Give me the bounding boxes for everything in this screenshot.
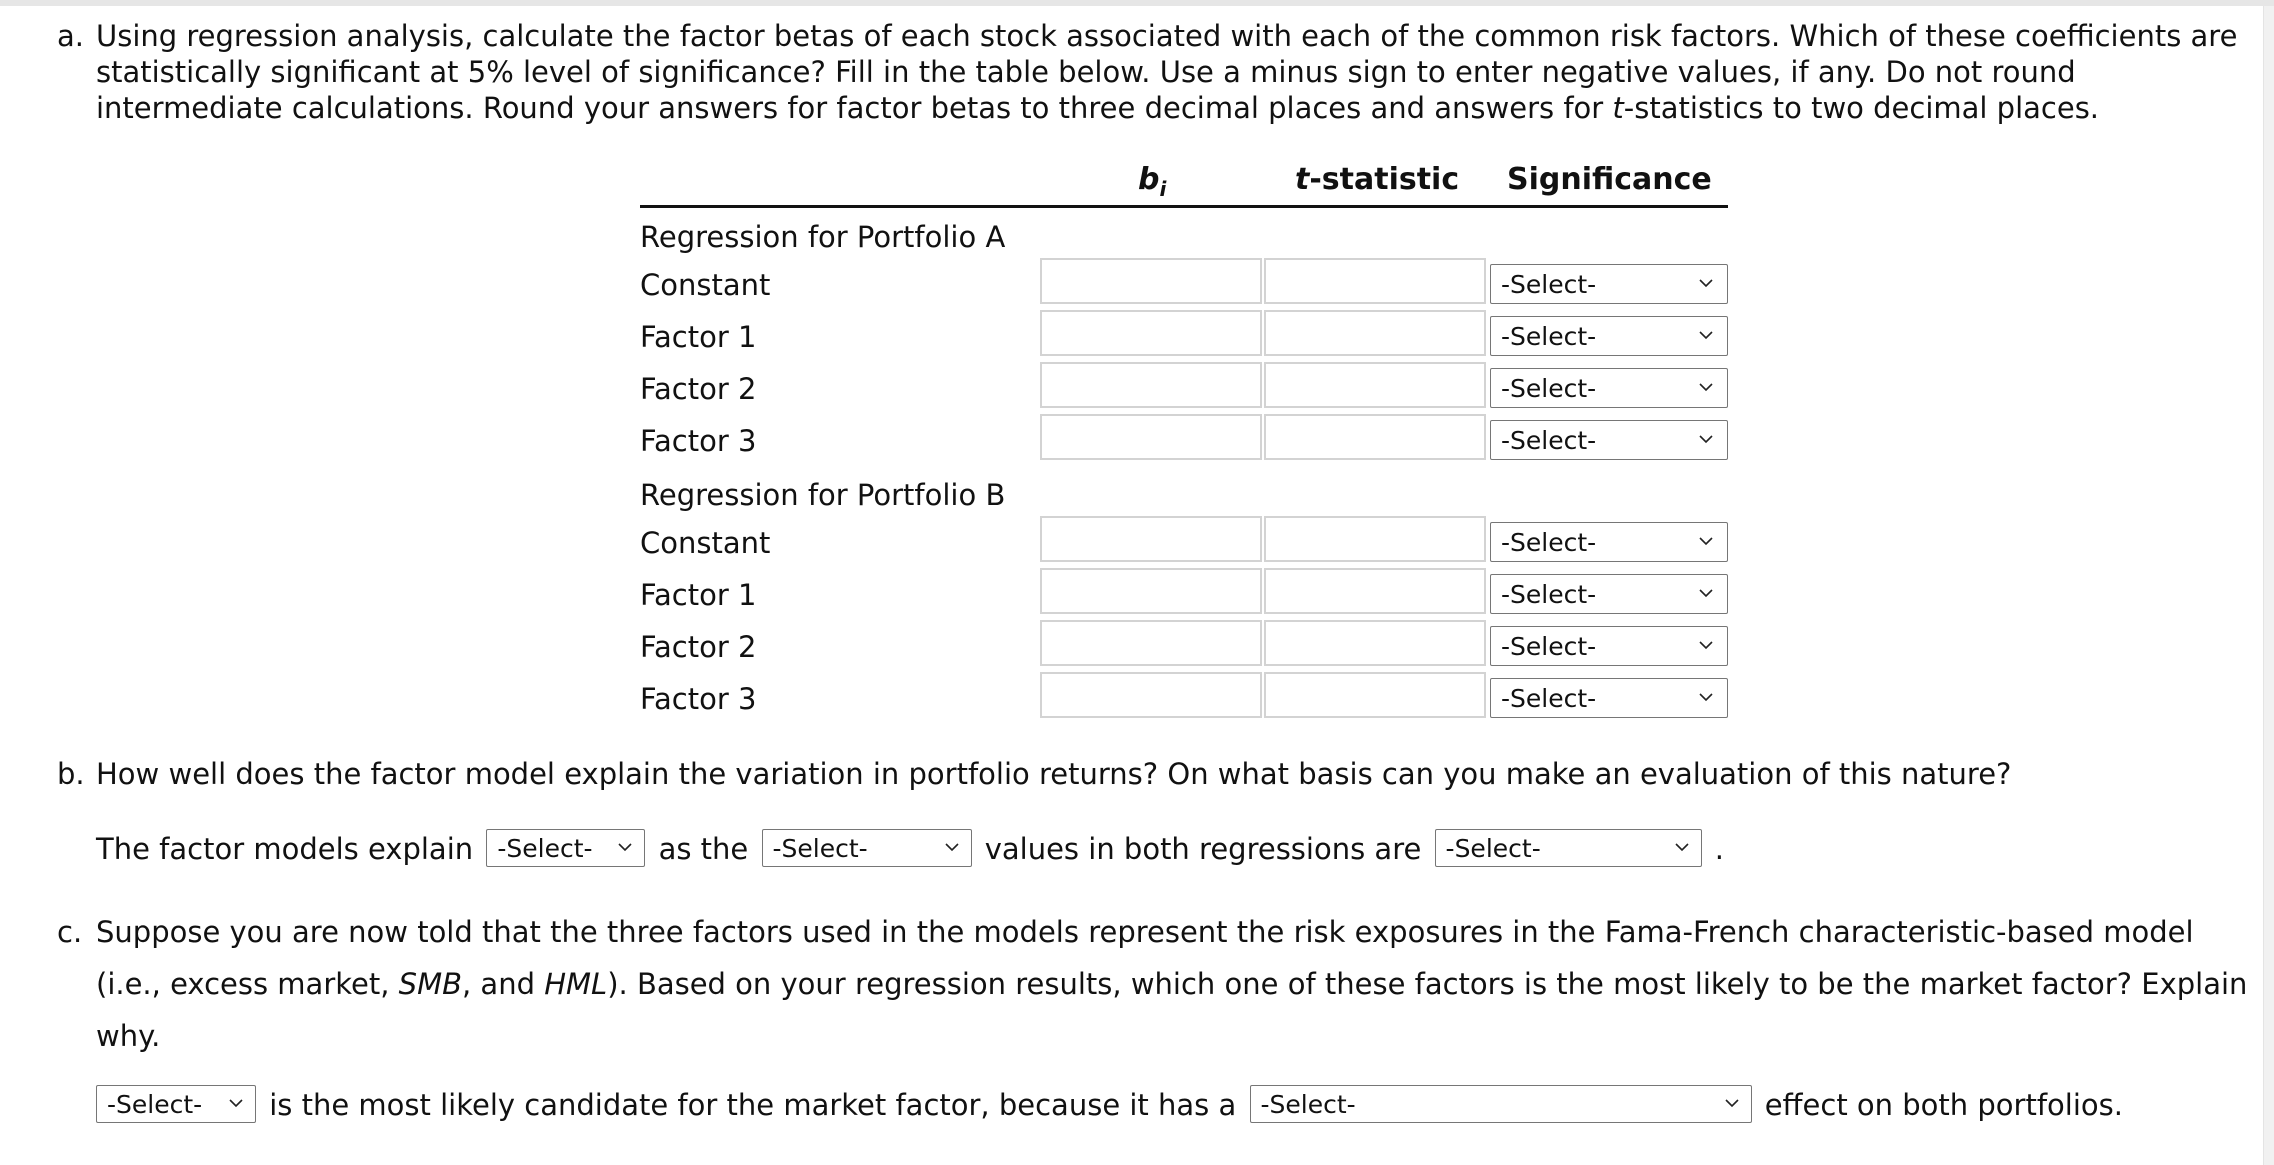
- chevron-down-icon: [1723, 1094, 1741, 1112]
- significance-select[interactable]: -Select-: [1490, 626, 1728, 666]
- chevron-down-icon: [1697, 688, 1715, 706]
- significance-select[interactable]: -Select-: [1490, 316, 1728, 356]
- t-statistic-input[interactable]: [1264, 620, 1486, 666]
- chevron-down-icon: [1697, 584, 1715, 602]
- table-row: Constant -Select-: [640, 516, 1728, 568]
- row-label: Factor 3: [640, 424, 757, 458]
- chevron-down-icon: [1697, 326, 1715, 344]
- table-row: Factor 2 -Select-: [640, 620, 1728, 672]
- question-part-a: a. Using regression analysis, calculate …: [57, 18, 2257, 126]
- table-header: bi t-statistic Significance: [640, 150, 1728, 208]
- group-row: Regression for Portfolio A: [640, 208, 1728, 258]
- chevron-down-icon: [1697, 532, 1715, 550]
- header-t-statistic: t-statistic: [1295, 162, 1460, 197]
- t-statistic-input[interactable]: [1264, 310, 1486, 356]
- part-b-question: How well does the factor model explain t…: [96, 757, 2012, 791]
- chevron-down-icon: [227, 1094, 245, 1112]
- significance-select[interactable]: -Select-: [1490, 420, 1728, 460]
- row-label: Factor 2: [640, 630, 757, 664]
- significance-select[interactable]: -Select-: [1490, 368, 1728, 408]
- part-a-label: a.: [57, 19, 84, 53]
- row-label: Factor 2: [640, 372, 757, 406]
- chevron-down-icon: [943, 838, 961, 856]
- chevron-down-icon: [616, 838, 634, 856]
- t-statistic-input[interactable]: [1264, 672, 1486, 718]
- significance-select[interactable]: -Select-: [1490, 574, 1728, 614]
- factor-beta-input[interactable]: [1040, 620, 1262, 666]
- table-row: Factor 1 -Select-: [640, 310, 1728, 362]
- group-label: Regression for Portfolio A: [640, 220, 1006, 254]
- question-part-c: c. Suppose you are now told that the thr…: [57, 906, 2257, 1062]
- significance-select[interactable]: -Select-: [1490, 264, 1728, 304]
- t-statistic-input[interactable]: [1264, 258, 1486, 304]
- part-b-text-1: The factor models explain: [96, 832, 474, 866]
- table-row: Factor 2 -Select-: [640, 362, 1728, 414]
- table-row: Factor 3 -Select-: [640, 672, 1728, 724]
- question-part-b: b. How well does the factor model explai…: [57, 756, 2257, 792]
- chevron-down-icon: [1697, 274, 1715, 292]
- top-border: [0, 0, 2274, 6]
- part-b-text-2: as the: [658, 832, 749, 866]
- part-a-instructions: Using regression analysis, calculate the…: [96, 18, 2257, 126]
- explain-amount-select[interactable]: -Select-: [486, 829, 646, 867]
- factor-beta-input[interactable]: [1040, 516, 1262, 562]
- header-significance: Significance: [1507, 162, 1712, 197]
- header-bi: bi: [1138, 162, 1167, 201]
- row-label: Factor 1: [640, 578, 757, 612]
- factor-beta-input[interactable]: [1040, 414, 1262, 460]
- part-c-question: Suppose you are now told that the three …: [96, 915, 2248, 1053]
- market-factor-select[interactable]: -Select-: [96, 1085, 256, 1123]
- table-row: Constant -Select-: [640, 258, 1728, 310]
- part-b-text-3: values in both regressions are: [984, 832, 1422, 866]
- value-level-select[interactable]: -Select-: [1434, 829, 1702, 867]
- factor-beta-input[interactable]: [1040, 672, 1262, 718]
- part-b-answer-sentence: The factor models explain -Select- as th…: [96, 829, 1724, 870]
- part-c-answer-sentence: -Select- is the most likely candidate fo…: [96, 1085, 2123, 1126]
- part-a-t-italic: t: [1612, 91, 1624, 125]
- t-statistic-input[interactable]: [1264, 568, 1486, 614]
- t-statistic-input[interactable]: [1264, 516, 1486, 562]
- chevron-down-icon: [1697, 378, 1715, 396]
- row-label: Factor 3: [640, 682, 757, 716]
- part-c-text-1: is the most likely candidate for the mar…: [269, 1088, 1237, 1122]
- factor-beta-input[interactable]: [1040, 258, 1262, 304]
- vertical-scrollbar[interactable]: [2263, 6, 2274, 1165]
- statistic-type-select[interactable]: -Select-: [761, 829, 972, 867]
- part-c-text-2: effect on both portfolios.: [1764, 1088, 2123, 1122]
- part-b-period: .: [1714, 832, 1724, 866]
- row-label: Factor 1: [640, 320, 757, 354]
- group-label: Regression for Portfolio B: [640, 478, 1006, 512]
- table-row: Factor 3 -Select-: [640, 414, 1728, 466]
- t-statistic-input[interactable]: [1264, 414, 1486, 460]
- factor-beta-input[interactable]: [1040, 310, 1262, 356]
- significance-select[interactable]: -Select-: [1490, 522, 1728, 562]
- smb-term: SMB: [398, 967, 462, 1001]
- chevron-down-icon: [1697, 430, 1715, 448]
- factor-beta-input[interactable]: [1040, 568, 1262, 614]
- part-b-label: b.: [57, 757, 85, 791]
- hml-term: HML: [544, 967, 608, 1001]
- factor-beta-input[interactable]: [1040, 362, 1262, 408]
- row-label: Constant: [640, 526, 771, 560]
- significance-select[interactable]: -Select-: [1490, 678, 1728, 718]
- row-label: Constant: [640, 268, 771, 302]
- part-c-label: c.: [57, 915, 83, 949]
- table-row: Factor 1 -Select-: [640, 568, 1728, 620]
- group-row: Regression for Portfolio B: [640, 466, 1728, 516]
- part-a-text-end: -statistics to two decimal places.: [1623, 91, 2100, 125]
- chevron-down-icon: [1673, 838, 1691, 856]
- effect-type-select[interactable]: -Select-: [1249, 1085, 1752, 1123]
- chevron-down-icon: [1697, 636, 1715, 654]
- t-statistic-input[interactable]: [1264, 362, 1486, 408]
- factor-beta-table: bi t-statistic Significance Regression f…: [640, 150, 1728, 724]
- table-body: Regression for Portfolio A Constant -Selec…: [640, 208, 1728, 724]
